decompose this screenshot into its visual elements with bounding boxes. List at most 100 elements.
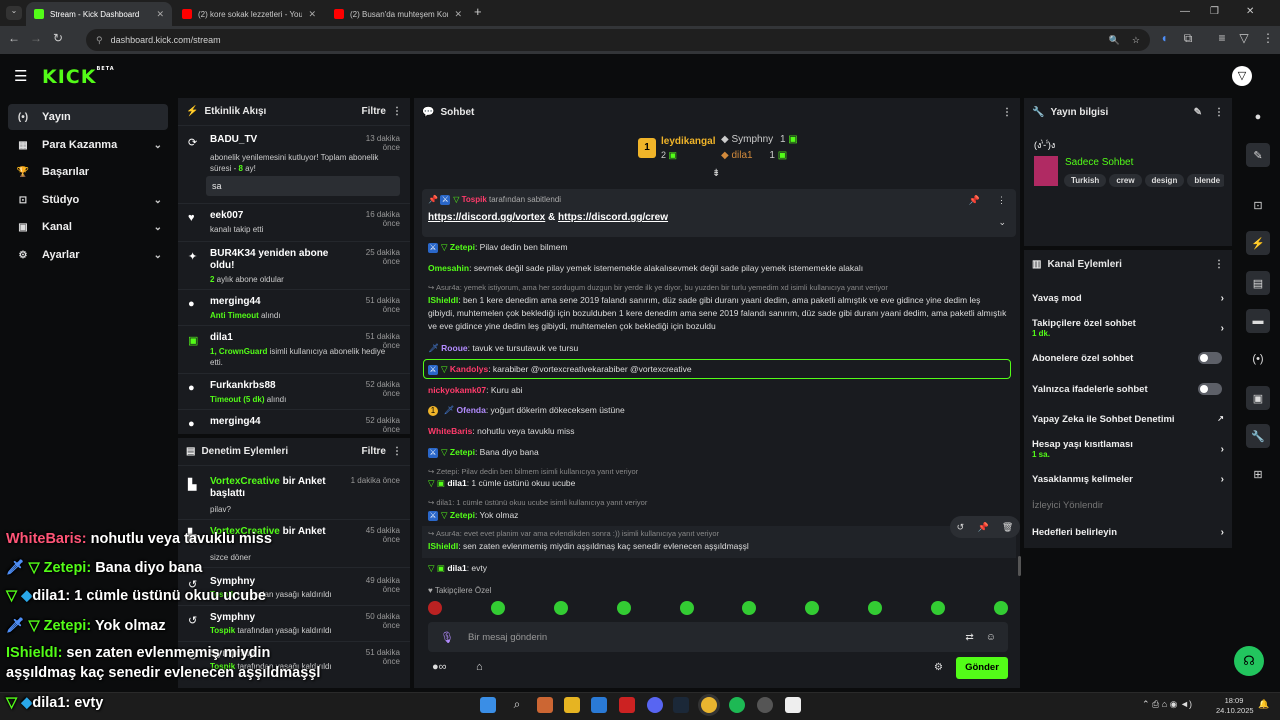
chat-username[interactable]: Ofenda bbox=[457, 405, 486, 415]
emote-icon[interactable] bbox=[553, 601, 568, 615]
leader-third-user[interactable]: dila1 bbox=[731, 150, 752, 161]
microphone-icon[interactable]: 🎙 bbox=[440, 631, 454, 644]
more-options-icon[interactable]: ⋮ bbox=[392, 446, 402, 457]
chat-scrollbar[interactable] bbox=[1018, 556, 1021, 576]
back-icon[interactable]: ← bbox=[6, 31, 22, 45]
forward-icon[interactable]: → bbox=[28, 31, 44, 45]
url-field[interactable]: ⚲ dashboard.kick.com/stream 🔍 ☆ bbox=[86, 29, 1150, 51]
reply-icon[interactable]: ↺ bbox=[957, 522, 965, 533]
shop-icon[interactable]: ⌂ bbox=[476, 661, 483, 673]
emote-icon[interactable] bbox=[993, 601, 1008, 615]
info-icon[interactable]: ● bbox=[1246, 105, 1270, 129]
bookmark-star-icon[interactable]: ☆ bbox=[1132, 35, 1140, 46]
wrench-icon[interactable]: 🔧 bbox=[1246, 424, 1270, 448]
chat-username[interactable]: dila1 bbox=[447, 563, 466, 573]
close-window-button[interactable]: ✕ bbox=[1246, 6, 1254, 17]
browser-menu-icon[interactable]: ⋮ bbox=[1260, 31, 1276, 45]
activity-user[interactable]: merging44 bbox=[210, 416, 261, 427]
kick-logo[interactable]: KICKBETA bbox=[42, 66, 115, 88]
chat-settings-icon[interactable]: ⚙ bbox=[934, 662, 943, 673]
activity-user[interactable]: eek007 bbox=[210, 210, 243, 221]
emote-icon[interactable] bbox=[679, 601, 694, 615]
emoji-icon[interactable]: ☺ bbox=[986, 632, 996, 643]
more-options-icon[interactable]: ⋮ bbox=[392, 106, 402, 117]
maximize-button[interactable]: ❐ bbox=[1210, 6, 1219, 17]
close-tab-icon[interactable]: ✕ bbox=[156, 9, 164, 20]
tab-search-button[interactable]: ⌄ bbox=[6, 6, 22, 20]
focus-icon[interactable]: ⊡ bbox=[1246, 193, 1270, 217]
notion-icon[interactable] bbox=[785, 697, 801, 713]
sidebar-item-kanal[interactable]: ▣ Kanal ⌄ bbox=[8, 214, 168, 240]
chat-input[interactable]: 🎙 Bir mesaj gönderin ⇄ ☺ bbox=[428, 622, 1008, 652]
user-avatar-icon[interactable]: ▽ bbox=[1232, 66, 1252, 86]
chat-username[interactable]: Zetepi bbox=[450, 447, 475, 457]
sidebar-item-basarilar[interactable]: 🏆 Başarılar bbox=[8, 159, 168, 185]
activity-user[interactable]: Furkankrbs88 bbox=[210, 380, 276, 391]
chat-username[interactable]: nickyokamk07 bbox=[428, 385, 486, 395]
emote-icon[interactable] bbox=[428, 601, 442, 615]
document-icon[interactable]: ▤ bbox=[1246, 271, 1270, 295]
emote-icon[interactable] bbox=[490, 601, 505, 615]
action-account-age[interactable]: Hesap yaşı kısıtlaması 1 sa. › bbox=[1032, 439, 1224, 459]
more-options-icon[interactable]: ⋮ bbox=[1214, 107, 1224, 118]
pinned-link-crew[interactable]: https://discord.gg/crew bbox=[558, 212, 668, 223]
chevron-down-icon[interactable]: ⌄ bbox=[998, 217, 1006, 228]
chat-username[interactable]: IShieldI bbox=[428, 541, 458, 551]
chat-bubble-icon[interactable]: ▬ bbox=[1246, 309, 1270, 333]
activity-user[interactable]: dila1 bbox=[210, 332, 233, 343]
reload-icon[interactable]: ↻ bbox=[50, 31, 66, 45]
app-icon[interactable] bbox=[619, 697, 635, 713]
unpin-icon[interactable]: 📌 bbox=[969, 195, 980, 206]
pinned-link-vortex[interactable]: https://discord.gg/vortex bbox=[428, 212, 545, 223]
tab-youtube-1[interactable]: (2) kore sokak lezzetleri - YouTube ✕ bbox=[174, 2, 324, 26]
chat-username[interactable]: IShieldI bbox=[428, 295, 458, 305]
search-icon[interactable]: ⌕ bbox=[509, 697, 525, 713]
chat-username[interactable]: Omesahin bbox=[428, 263, 469, 273]
more-options-icon[interactable]: ⋮ bbox=[1214, 259, 1224, 270]
activity-user[interactable]: BUR4K34 yeniden abone oldu! bbox=[210, 248, 340, 272]
edit-icon[interactable]: ✎ bbox=[1194, 107, 1202, 118]
emote-icon[interactable] bbox=[868, 601, 883, 615]
action-ai-moderation[interactable]: Yapay Zeka ile Sohbet Denetimi ↗ bbox=[1032, 414, 1224, 425]
chat-username[interactable]: Zetepi bbox=[450, 242, 475, 252]
broadcast-icon[interactable]: (•) bbox=[1246, 347, 1270, 371]
points-icon[interactable]: ●∞ bbox=[432, 661, 447, 673]
chat-username[interactable]: Zetepi bbox=[450, 510, 475, 520]
tab-youtube-2[interactable]: (2) Busan'da muhteşem Kore s... ✕ bbox=[326, 2, 470, 26]
emotes-only-toggle[interactable] bbox=[1198, 383, 1222, 395]
filter-button[interactable]: Filtre bbox=[362, 446, 386, 457]
leader-second-user[interactable]: Symphny bbox=[731, 134, 773, 145]
translate-icon[interactable]: ⇄ bbox=[965, 632, 973, 643]
extensions-puzzle-icon[interactable]: ⧉ bbox=[1180, 31, 1196, 46]
activity-user[interactable]: merging44 bbox=[210, 296, 261, 307]
action-set-goals[interactable]: Hedefleri belirleyin › bbox=[1032, 527, 1224, 538]
tag-chip[interactable]: Turkish bbox=[1064, 174, 1107, 187]
moderation-user[interactable]: Symphny bbox=[210, 612, 255, 623]
sidebar-item-yayin[interactable]: (•) Yayın bbox=[8, 104, 168, 130]
profile-icon[interactable]: ▽ bbox=[1236, 31, 1252, 45]
hamburger-menu-icon[interactable]: ☰ bbox=[14, 67, 27, 85]
chat-username[interactable]: dila1 bbox=[447, 478, 466, 488]
filter-button[interactable]: Filtre bbox=[362, 106, 386, 117]
trash-icon[interactable]: 🗑 bbox=[1002, 522, 1013, 533]
clock[interactable]: 18:09 24.10.2025 bbox=[1216, 696, 1254, 716]
tag-chip[interactable]: design bbox=[1144, 174, 1185, 187]
video-icon[interactable]: ▣ bbox=[1246, 386, 1270, 410]
new-tab-button[interactable]: + bbox=[474, 4, 482, 19]
emote-icon[interactable] bbox=[931, 601, 945, 615]
tag-chip[interactable]: crew bbox=[1109, 174, 1142, 187]
discord-icon[interactable] bbox=[647, 697, 663, 713]
app-icon[interactable] bbox=[757, 697, 773, 713]
category-name[interactable]: Sadece Sohbet bbox=[1065, 157, 1133, 168]
emote-icon[interactable] bbox=[742, 601, 757, 615]
pin-icon[interactable]: 📌 bbox=[977, 522, 988, 533]
windows-start-icon[interactable] bbox=[480, 697, 496, 713]
notification-icon[interactable]: 🔔 bbox=[1258, 699, 1269, 710]
extension-icon[interactable]: ◖ bbox=[1156, 31, 1172, 45]
chat-username[interactable]: Rooue bbox=[441, 343, 467, 353]
zoom-icon[interactable]: 🔍 bbox=[1109, 35, 1120, 46]
add-panel-icon[interactable]: ⊞ bbox=[1246, 462, 1270, 486]
leader-first-user[interactable]: leydikangal bbox=[661, 136, 715, 147]
action-slow-mode[interactable]: Yavaş mod › bbox=[1032, 293, 1224, 304]
chat-username[interactable]: WhiteBaris bbox=[428, 426, 472, 436]
